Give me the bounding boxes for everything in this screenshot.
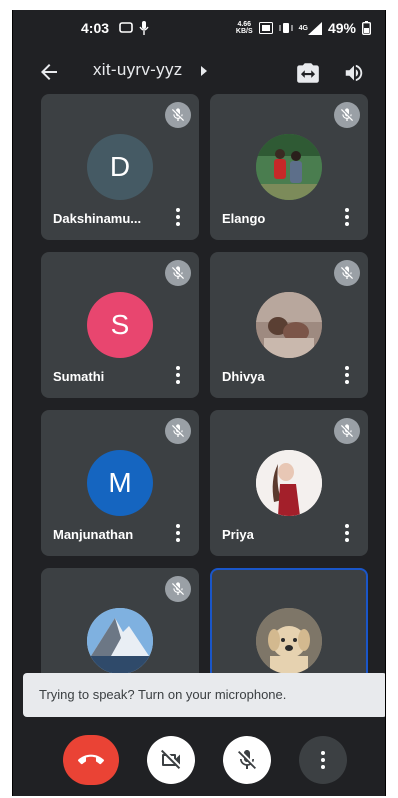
avatar: S	[87, 292, 153, 358]
participant-name: Priya	[222, 527, 254, 542]
mic-off-icon	[172, 266, 184, 279]
mic-toggle-button[interactable]	[223, 736, 271, 784]
participant-name: Elango	[222, 211, 266, 226]
back-arrow-icon[interactable]	[37, 60, 61, 84]
avatar-photo	[256, 292, 322, 358]
cast-icon	[119, 22, 133, 33]
status-time: 4:03	[81, 20, 110, 36]
mic-off-badge	[334, 260, 360, 286]
vibrate-icon	[279, 23, 293, 33]
more-vert-icon[interactable]	[344, 208, 350, 226]
mic-status-icon	[139, 21, 149, 35]
mic-off-icon	[172, 108, 184, 121]
avatar-photo	[256, 134, 322, 200]
participant-name: Dhivya	[222, 369, 265, 384]
mic-off-badge	[165, 260, 191, 286]
switch-camera-icon[interactable]	[295, 60, 321, 86]
participant-tile[interactable]: Priya	[210, 410, 368, 556]
photo-image	[87, 608, 153, 674]
mic-off-icon	[172, 424, 184, 437]
avatar: M	[87, 450, 153, 516]
more-vert-icon[interactable]	[344, 524, 350, 542]
photo-image	[256, 134, 322, 200]
battery-percent: 49%	[327, 20, 356, 36]
more-vert-icon	[320, 751, 326, 769]
mic-off-badge	[165, 418, 191, 444]
participant-name: Dakshinamu...	[53, 211, 142, 226]
mic-off-icon	[341, 424, 353, 437]
participant-name: Manjunathan	[53, 527, 134, 542]
participant-name: Sumathi	[53, 369, 105, 384]
battery-icon	[362, 21, 371, 35]
mic-off-badge	[334, 102, 360, 128]
volte-icon	[258, 22, 273, 34]
call-controls	[13, 732, 385, 792]
more-vert-icon[interactable]	[175, 366, 181, 384]
chevron-right-icon[interactable]	[200, 66, 208, 76]
mic-off-badge	[165, 576, 191, 602]
mic-off-icon	[341, 108, 353, 121]
top-bar: xit-uyrv-yyz	[13, 50, 385, 94]
end-call-button[interactable]	[63, 735, 119, 785]
meet-screen: 4:03 4.66 KB/S 4G 49% xit-uyrv-yyz D Dak…	[12, 10, 386, 796]
more-vert-icon[interactable]	[344, 366, 350, 384]
photo-image	[256, 292, 322, 358]
avatar-photo	[87, 608, 153, 674]
mic-toast: Trying to speak? Turn on your microphone…	[23, 673, 385, 717]
photo-image	[256, 450, 322, 516]
participant-tile[interactable]: S Sumathi	[41, 252, 199, 398]
end-call-icon	[78, 754, 104, 765]
camera-toggle-button[interactable]	[147, 736, 195, 784]
mic-off-badge	[334, 418, 360, 444]
network-type: 4G	[298, 24, 308, 32]
status-bar: 4:03 4.66 KB/S 4G 49%	[13, 10, 385, 46]
photo-image	[256, 608, 322, 674]
meeting-code[interactable]: xit-uyrv-yyz	[93, 60, 183, 80]
net-speed: 4.66 KB/S	[235, 21, 253, 35]
avatar-photo	[256, 608, 322, 674]
participant-tile[interactable]: Dhivya	[210, 252, 368, 398]
more-vert-icon[interactable]	[175, 524, 181, 542]
avatar: D	[87, 134, 153, 200]
signal-icon	[307, 21, 322, 35]
participant-tile[interactable]: D Dakshinamu...	[41, 94, 199, 240]
more-options-button[interactable]	[299, 736, 347, 784]
videocam-off-icon	[161, 749, 181, 769]
participant-tile[interactable]: Elango	[210, 94, 368, 240]
participant-tile[interactable]: M Manjunathan	[41, 410, 199, 556]
speaker-icon[interactable]	[343, 62, 365, 84]
mic-off-icon	[341, 266, 353, 279]
more-vert-icon[interactable]	[175, 208, 181, 226]
mic-off-badge	[165, 102, 191, 128]
mic-off-icon	[238, 750, 256, 769]
avatar-photo	[256, 450, 322, 516]
mic-off-icon	[172, 582, 184, 595]
